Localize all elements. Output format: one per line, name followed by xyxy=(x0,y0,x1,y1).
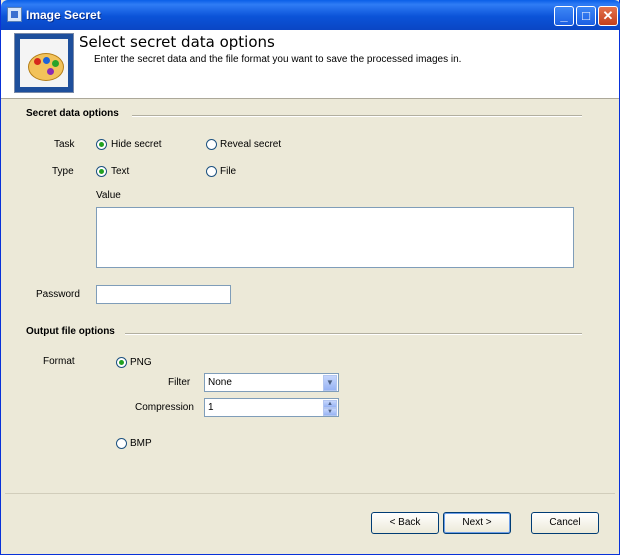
next-button[interactable]: Next > xyxy=(443,512,511,534)
window-title: Image Secret xyxy=(26,8,101,22)
password-field[interactable] xyxy=(96,285,231,304)
output-section-title: Output file options xyxy=(26,326,115,337)
spin-up-icon[interactable]: ▲ xyxy=(323,400,337,408)
filter-label: Filter xyxy=(168,377,191,388)
value-textarea[interactable] xyxy=(96,207,574,268)
back-button[interactable]: < Back xyxy=(371,512,439,534)
bmp-label[interactable]: BMP xyxy=(130,438,152,449)
password-label: Password xyxy=(36,289,80,300)
compression-label: Compression xyxy=(135,402,194,413)
app-icon[interactable] xyxy=(7,7,22,22)
value-label: Value xyxy=(96,190,121,201)
close-button[interactable]: ✕ xyxy=(598,6,618,26)
secret-data-divider xyxy=(132,115,582,117)
hide-secret-radio[interactable] xyxy=(96,139,107,150)
output-divider xyxy=(125,333,582,335)
maximize-button[interactable]: □ xyxy=(576,6,596,26)
footer-divider xyxy=(5,493,615,494)
cancel-button[interactable]: Cancel xyxy=(531,512,599,534)
file-label[interactable]: File xyxy=(220,166,236,177)
task-label: Task xyxy=(54,139,75,150)
image-secret-window: Image Secret _ □ ✕ Select secret data op… xyxy=(0,0,620,555)
secret-data-section-title: Secret data options xyxy=(26,108,119,119)
palette-icon xyxy=(14,33,74,93)
compression-value: 1 xyxy=(208,402,214,413)
filter-select[interactable]: None ▼ xyxy=(204,373,339,392)
hide-secret-label[interactable]: Hide secret xyxy=(111,139,162,150)
page-subtitle: Enter the secret data and the file forma… xyxy=(94,54,462,65)
reveal-secret-label[interactable]: Reveal secret xyxy=(220,139,281,150)
compression-spinner[interactable]: 1 ▲ ▼ xyxy=(204,398,339,417)
text-radio[interactable] xyxy=(96,166,107,177)
file-radio[interactable] xyxy=(206,166,217,177)
png-label[interactable]: PNG xyxy=(130,357,152,368)
chevron-down-icon[interactable]: ▼ xyxy=(323,375,337,391)
reveal-secret-radio[interactable] xyxy=(206,139,217,150)
maximize-icon: □ xyxy=(582,8,590,23)
text-label[interactable]: Text xyxy=(111,166,129,177)
minimize-button[interactable]: _ xyxy=(554,6,574,26)
filter-value: None xyxy=(208,377,232,388)
wizard-header: Select secret data options Enter the sec… xyxy=(1,30,619,99)
png-radio[interactable] xyxy=(116,357,127,368)
page-title: Select secret data options xyxy=(79,33,275,51)
bmp-radio[interactable] xyxy=(116,438,127,449)
spin-down-icon[interactable]: ▼ xyxy=(323,408,337,416)
minimize-icon: _ xyxy=(560,8,568,23)
type-label: Type xyxy=(52,166,74,177)
title-bar[interactable]: Image Secret _ □ ✕ xyxy=(1,0,620,30)
format-label: Format xyxy=(43,356,75,367)
close-icon: ✕ xyxy=(602,8,614,23)
